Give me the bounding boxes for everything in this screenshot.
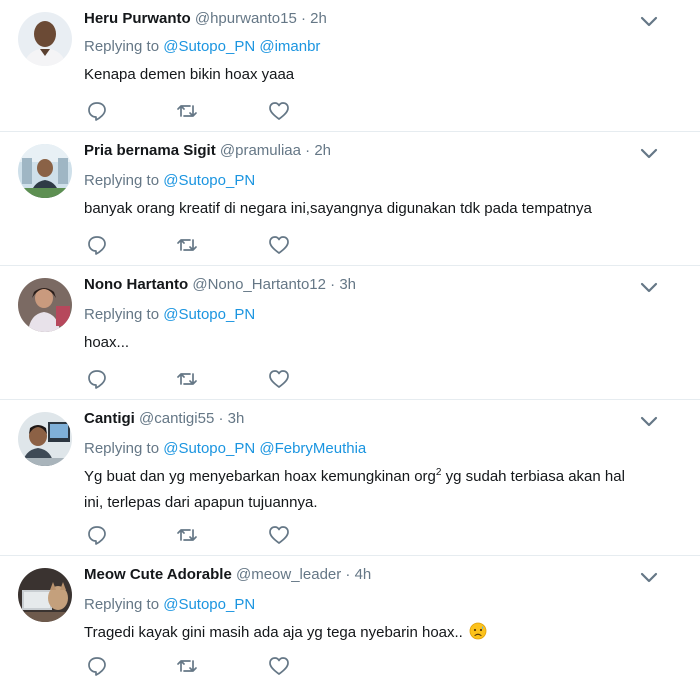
action-bar xyxy=(84,234,344,256)
tweet[interactable]: Nono Hartanto @Nono_Hartanto12 · 3h Repl… xyxy=(0,266,700,400)
tweet[interactable]: Cantigi @cantigi55 · 3h Replying to @Sut… xyxy=(0,400,700,556)
tweet-header: Meow Cute Adorable @meow_leader · 4h xyxy=(84,566,372,583)
heart-icon[interactable] xyxy=(268,368,292,390)
timestamp[interactable]: 3h xyxy=(339,276,356,293)
replying-to: Replying to @Sutopo_PN xyxy=(84,596,256,613)
retweet-icon[interactable] xyxy=(176,655,200,677)
reply-icon[interactable] xyxy=(86,524,110,546)
heart-icon[interactable] xyxy=(268,524,292,546)
tweet-header: Nono Hartanto @Nono_Hartanto12 · 3h xyxy=(84,276,357,293)
tweet-text: Tragedi kayak gini masih ada aja yg tega… xyxy=(84,620,674,646)
display-name[interactable]: Heru Purwanto xyxy=(84,10,191,27)
timestamp[interactable]: 2h xyxy=(310,10,327,27)
retweet-icon[interactable] xyxy=(176,234,200,256)
reply-icon[interactable] xyxy=(86,234,110,256)
avatar[interactable] xyxy=(18,12,72,66)
tweet-text: Yg buat dan yg menyebarkan hoax kemungki… xyxy=(84,467,625,512)
user-handle[interactable]: @meow_leader xyxy=(236,566,341,583)
retweet-icon[interactable] xyxy=(176,368,200,390)
tweet[interactable]: Pria bernama Sigit @pramuliaa · 2h Reply… xyxy=(0,132,700,266)
reply-feed: Heru Purwanto @hpurwanto15 · 2h Replying… xyxy=(0,0,700,680)
avatar[interactable] xyxy=(18,144,72,198)
chevron-down-icon[interactable] xyxy=(640,148,658,160)
reply-icon[interactable] xyxy=(86,368,110,390)
display-name[interactable]: Cantigi xyxy=(84,410,135,427)
tweet[interactable]: Meow Cute Adorable @meow_leader · 4h Rep… xyxy=(0,556,700,680)
mention-link[interactable]: @Sutopo_PN xyxy=(163,596,255,613)
tweet-header: Pria bernama Sigit @pramuliaa · 2h xyxy=(84,142,332,159)
retweet-icon[interactable] xyxy=(176,100,200,122)
chevron-down-icon[interactable] xyxy=(640,16,658,28)
tweet-text: hoax... xyxy=(84,334,130,351)
tweet-text: Kenapa demen bikin hoax yaaa xyxy=(84,66,295,83)
chevron-down-icon[interactable] xyxy=(640,416,658,428)
mention-link[interactable]: @imanbr xyxy=(259,38,320,55)
retweet-icon[interactable] xyxy=(176,524,200,546)
tweet-header: Cantigi @cantigi55 · 3h xyxy=(84,410,245,427)
reply-icon[interactable] xyxy=(86,655,110,677)
chevron-down-icon[interactable] xyxy=(640,572,658,584)
mention-link[interactable]: @Sutopo_PN xyxy=(163,38,255,55)
replying-to: Replying to @Sutopo_PN @FebryMeuthia xyxy=(84,440,367,457)
user-handle[interactable]: @cantigi55 xyxy=(139,410,214,427)
mention-link[interactable]: @Sutopo_PN xyxy=(163,172,255,189)
user-handle[interactable]: @pramuliaa xyxy=(220,142,301,159)
action-bar xyxy=(84,524,344,546)
mention-link[interactable]: @Sutopo_PN xyxy=(163,440,255,457)
replying-to: Replying to @Sutopo_PN @imanbr xyxy=(84,38,321,55)
action-bar xyxy=(84,100,344,122)
action-bar xyxy=(84,655,344,677)
replying-to: Replying to @Sutopo_PN xyxy=(84,172,256,189)
tweet-header: Heru Purwanto @hpurwanto15 · 2h xyxy=(84,10,327,27)
replying-to: Replying to @Sutopo_PN xyxy=(84,306,256,323)
display-name[interactable]: Meow Cute Adorable xyxy=(84,566,232,583)
action-bar xyxy=(84,368,344,390)
mention-link[interactable]: @FebryMeuthia xyxy=(259,440,366,457)
heart-icon[interactable] xyxy=(268,234,292,256)
tweet-text: banyak orang kreatif di negara ini,sayan… xyxy=(84,200,592,217)
tweet[interactable]: Heru Purwanto @hpurwanto15 · 2h Replying… xyxy=(0,0,700,132)
avatar[interactable] xyxy=(18,412,72,466)
timestamp[interactable]: 4h xyxy=(355,566,372,583)
user-handle[interactable]: @Nono_Hartanto12 xyxy=(192,276,326,293)
chevron-down-icon[interactable] xyxy=(640,282,658,294)
disappointed-relieved-face-emoji xyxy=(469,622,487,640)
avatar[interactable] xyxy=(18,278,72,332)
display-name[interactable]: Pria bernama Sigit xyxy=(84,142,216,159)
timestamp[interactable]: 2h xyxy=(314,142,331,159)
reply-icon[interactable] xyxy=(86,100,110,122)
heart-icon[interactable] xyxy=(268,100,292,122)
timestamp[interactable]: 3h xyxy=(228,410,245,427)
user-handle[interactable]: @hpurwanto15 xyxy=(195,10,297,27)
heart-icon[interactable] xyxy=(268,655,292,677)
display-name[interactable]: Nono Hartanto xyxy=(84,276,188,293)
avatar[interactable] xyxy=(18,568,72,622)
mention-link[interactable]: @Sutopo_PN xyxy=(163,306,255,323)
